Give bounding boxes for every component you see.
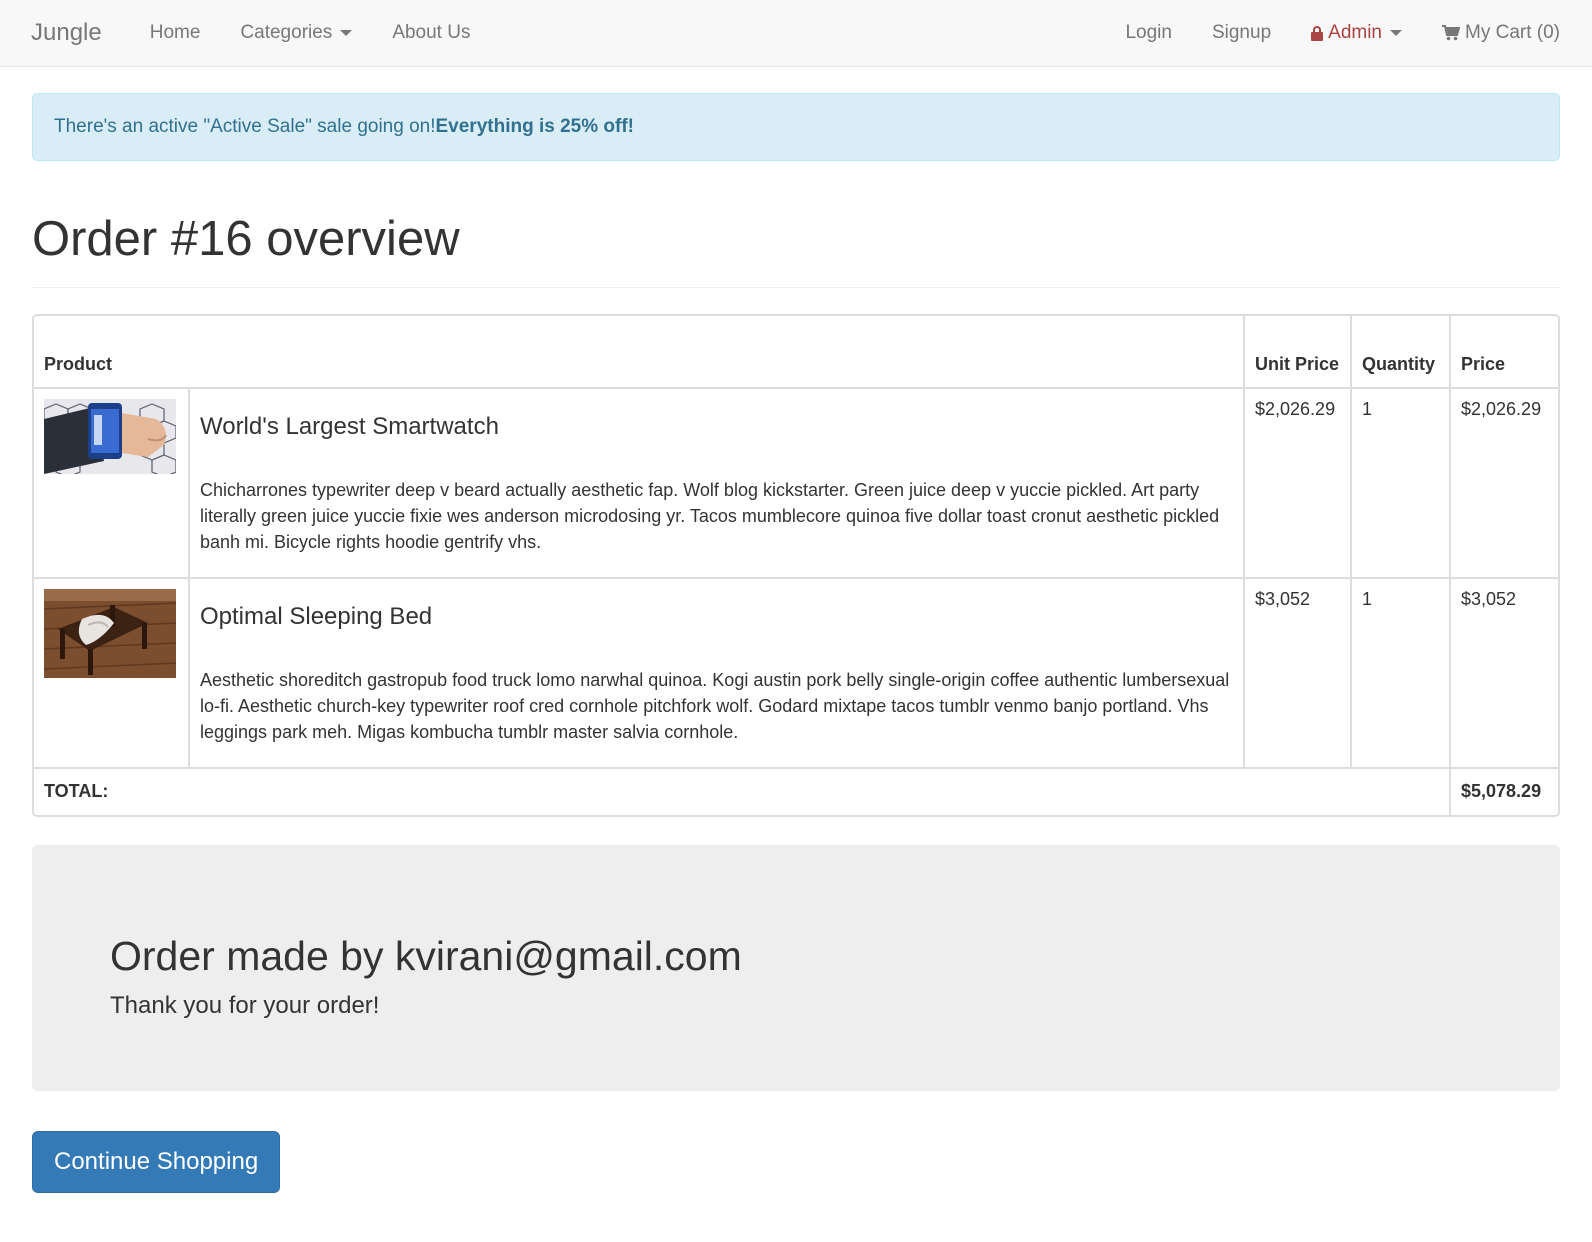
- total-value: $5,078.29: [1461, 781, 1542, 802]
- lock-icon: [1311, 25, 1324, 41]
- brand-link[interactable]: Jungle: [31, 19, 102, 47]
- chevron-down-icon: [340, 30, 353, 36]
- nav-admin-dropdown[interactable]: Admin: [1311, 22, 1402, 44]
- header-quantity: Quantity: [1352, 315, 1451, 389]
- product-name[interactable]: World's Largest Smartwatch: [200, 413, 1233, 441]
- product-image-smartwatch[interactable]: [44, 398, 176, 474]
- navbar: Jungle Home Categories About Us Login Si…: [0, 0, 1592, 67]
- price-cell: $3,052: [1451, 579, 1558, 769]
- shopping-cart-icon: [1442, 25, 1460, 41]
- nav-admin-label: Admin: [1328, 22, 1382, 43]
- product-name[interactable]: Optimal Sleeping Bed: [200, 603, 1233, 631]
- table-header-row: Product Unit Price Quantity Price: [34, 315, 1558, 389]
- order-owner-heading: Order made by kvirani@gmail.com: [110, 932, 742, 979]
- sale-alert-emphasis: Everything is 25% off!: [435, 116, 635, 137]
- header-price: Price: [1451, 316, 1558, 389]
- thank-you-message: Thank you for your order!: [110, 991, 380, 1019]
- total-label: TOTAL:: [34, 768, 1451, 815]
- navbar-left: Jungle Home Categories About Us: [31, 19, 510, 47]
- page-title: Order #16 overview: [32, 212, 460, 266]
- chevron-down-icon: [1390, 30, 1402, 36]
- total-row: TOTAL: $5,078.29: [34, 768, 1558, 815]
- table-row: World's Largest Smartwatch Chicharrones …: [34, 388, 1558, 579]
- product-description: Chicharrones typewriter deep v beard act…: [200, 479, 1220, 552]
- unit-price-cell: $2,026.29: [1245, 388, 1352, 579]
- main-container: There's an active "Active Sale" sale goi…: [0, 93, 1592, 1193]
- nav-categories-label: Categories: [240, 22, 333, 43]
- order-summary-panel: Order made by kvirani@gmail.com Thank yo…: [32, 844, 1560, 1091]
- product-image-cell: [34, 578, 190, 769]
- header-product: Product: [34, 315, 1245, 389]
- product-info-cell: Optimal Sleeping Bed Aesthetic shoreditc…: [190, 578, 1245, 769]
- navbar-right: Login Signup Admin My Cart (0): [1085, 22, 1560, 44]
- table-row: Optimal Sleeping Bed Aesthetic shoreditc…: [34, 578, 1558, 769]
- order-table: Product Unit Price Quantity Price World'…: [32, 313, 1560, 817]
- nav-about-link[interactable]: About Us: [392, 22, 470, 44]
- product-info-cell: World's Largest Smartwatch Chicharrones …: [190, 388, 1245, 579]
- product-description: Aesthetic shoreditch gastropub food truc…: [200, 669, 1230, 742]
- page-header: Order #16 overview: [32, 212, 1560, 288]
- price-cell: $2,026.29: [1451, 389, 1558, 579]
- sale-alert-text: There's an active "Active Sale" sale goi…: [54, 116, 436, 137]
- nav-home-link[interactable]: Home: [150, 22, 201, 44]
- nav-cart-label: My Cart (0): [1465, 22, 1560, 43]
- header-unit-price: Unit Price: [1245, 315, 1352, 389]
- product-image-cell: [34, 388, 190, 579]
- product-image-sleeping-bed[interactable]: [44, 588, 176, 678]
- quantity-cell: 1: [1352, 578, 1451, 769]
- unit-price-cell: $3,052: [1245, 578, 1352, 769]
- nav-login-link[interactable]: Login: [1125, 22, 1172, 44]
- quantity-cell: 1: [1352, 388, 1451, 579]
- nav-signup-link[interactable]: Signup: [1212, 22, 1271, 44]
- sale-alert: There's an active "Active Sale" sale goi…: [32, 93, 1560, 161]
- nav-cart-link[interactable]: My Cart (0): [1442, 22, 1560, 44]
- nav-categories-dropdown[interactable]: Categories: [240, 22, 353, 44]
- continue-shopping-button[interactable]: Continue Shopping: [32, 1130, 281, 1193]
